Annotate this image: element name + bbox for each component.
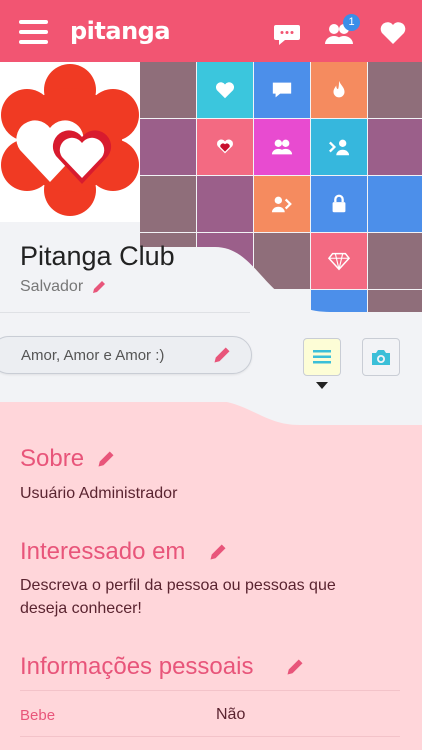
friends-icon [271, 139, 293, 155]
camera-icon [372, 349, 390, 365]
grid-tile [368, 62, 422, 118]
tile-messages[interactable] [254, 62, 310, 118]
top-bar: pitanga 1 [0, 0, 422, 62]
app-logo[interactable]: pitanga [70, 17, 171, 45]
edit-city-pencil-icon[interactable] [91, 279, 107, 295]
notification-badge: 1 [343, 14, 360, 31]
personal-info-title: Informações pessoais [20, 653, 254, 680]
section-wave [0, 395, 422, 425]
tile-friends[interactable] [254, 119, 310, 175]
active-tab-caret [316, 382, 328, 389]
list-view-button[interactable] [303, 338, 341, 376]
profile-avatar[interactable] [0, 62, 140, 222]
interest-title: Interessado em [20, 538, 186, 565]
row-divider [20, 736, 400, 737]
heart-icon [215, 82, 235, 99]
divider [0, 312, 250, 313]
tile-likes[interactable] [197, 62, 253, 118]
info-row-label: Bebe [20, 707, 56, 724]
profile-city: Salvador [20, 278, 84, 295]
fire-icon [333, 80, 345, 98]
status-text: Amor, Amor e Amor :) [21, 347, 165, 364]
chat-icon[interactable] [273, 20, 301, 48]
favorites-heart-icon[interactable] [379, 19, 407, 47]
interest-text: Descreva o perfil da pessoa ou pessoas q… [20, 577, 336, 617]
edit-status-pencil-icon[interactable] [212, 345, 232, 365]
about-text: Usuário Administrador [20, 485, 178, 502]
list-icon [313, 350, 331, 364]
tile-matches[interactable] [197, 119, 253, 175]
matches-icon [217, 139, 233, 154]
status-input[interactable]: Amor, Amor e Amor :) [0, 336, 252, 374]
grid-tile [140, 119, 196, 175]
chat-icon [272, 82, 292, 98]
grid-tile [140, 62, 196, 118]
edit-personal-pencil-icon[interactable] [285, 657, 305, 677]
edit-interest-pencil-icon[interactable] [208, 542, 228, 562]
pitanga-logo-image [1, 64, 139, 216]
about-title: Sobre [20, 445, 85, 472]
edit-about-pencil-icon[interactable] [96, 449, 116, 469]
tile-visitors[interactable] [311, 119, 367, 175]
menu-icon[interactable] [19, 20, 48, 44]
profile-header: Pitanga Club Salvador Amor, Amor e Amor … [0, 62, 422, 402]
camera-button[interactable] [362, 338, 400, 376]
visitors-icon [329, 139, 350, 156]
tile-hot[interactable] [311, 62, 367, 118]
info-row-value: Não [216, 706, 246, 723]
grid-tile [368, 119, 422, 175]
profile-name: Pitanga Club [20, 241, 175, 271]
row-divider [20, 690, 400, 691]
